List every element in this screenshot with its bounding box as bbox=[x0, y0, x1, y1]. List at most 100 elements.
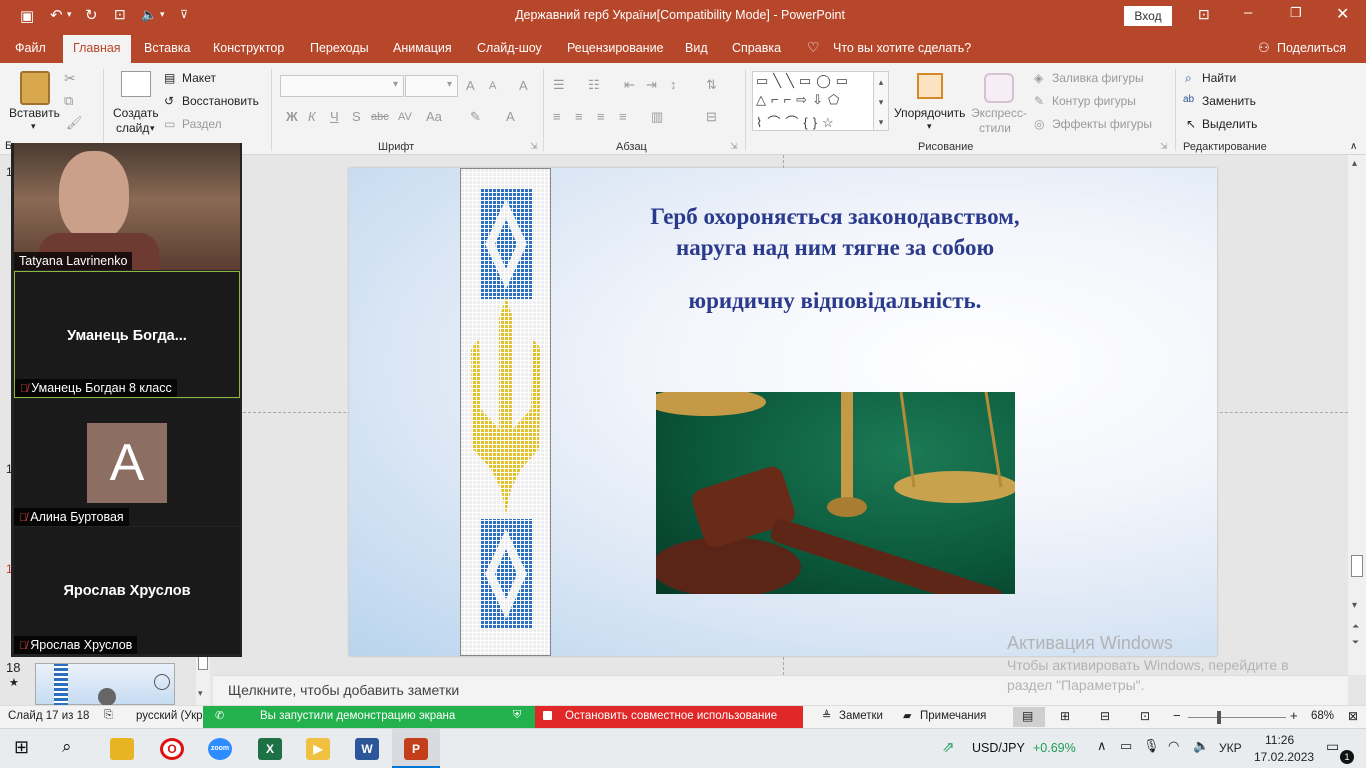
shapes-gallery[interactable]: ▭╲╲▭◯▭ △⌐⌐⇨⇩⬠ ⌇⌒⌒{}☆ bbox=[752, 71, 874, 131]
arrange-button[interactable]: Упорядочить bbox=[894, 106, 965, 120]
quick-styles-icon[interactable] bbox=[984, 73, 1014, 103]
speaker-icon[interactable]: 🔈 bbox=[141, 7, 157, 23]
close-icon[interactable]: ✕ bbox=[1336, 4, 1349, 24]
arrange-dropdown-icon[interactable]: ▾ bbox=[927, 121, 932, 132]
undo-dropdown-icon[interactable]: ▾ bbox=[67, 9, 72, 20]
battery-icon[interactable]: ▭ bbox=[1120, 738, 1132, 754]
layout-button[interactable]: Макет bbox=[182, 71, 216, 85]
zoom-level[interactable]: 68% bbox=[1311, 710, 1334, 722]
highlight-icon[interactable]: ✎ bbox=[470, 109, 481, 125]
participant-tile-3[interactable]: A 🎙̸ Алина Буртовая bbox=[14, 399, 240, 526]
participant-tile-1[interactable]: Tatyana Lavrinenko bbox=[14, 143, 240, 270]
scroll-up-icon[interactable]: ▴ bbox=[1352, 158, 1357, 169]
participant-tile-2[interactable]: Уманець Богда... 🎙̸ Уманець Богдан 8 клас… bbox=[14, 271, 240, 398]
cut-icon[interactable]: ✂ bbox=[64, 70, 76, 87]
comments-toggle[interactable]: Примечания bbox=[920, 710, 986, 722]
bullets-icon[interactable]: ☰ bbox=[553, 77, 565, 93]
tab-view[interactable]: Вид bbox=[685, 41, 708, 55]
slide-title-line-3[interactable]: юридичну відповідальність. bbox=[532, 288, 1138, 314]
shape-effects-button[interactable]: Эффекты фигуры bbox=[1052, 117, 1152, 131]
tab-insert[interactable]: Вставка bbox=[144, 41, 190, 55]
input-language[interactable]: УКР bbox=[1219, 741, 1242, 755]
signin-button[interactable]: Вход bbox=[1124, 6, 1172, 26]
format-painter-icon[interactable]: 🖌 bbox=[66, 115, 83, 131]
columns-icon[interactable]: ▥ bbox=[651, 109, 663, 125]
participant-tile-4[interactable]: Ярослав Хруслов 🎙̸ Ярослав Хруслов bbox=[14, 527, 240, 654]
shape-fill-button[interactable]: Заливка фигуры bbox=[1052, 71, 1144, 85]
reading-view-icon[interactable]: ⊟ bbox=[1100, 709, 1110, 723]
minimize-icon[interactable]: – bbox=[1244, 4, 1252, 21]
slide-canvas[interactable]: Герб охороняється законодавством, наруга… bbox=[349, 168, 1217, 656]
paste-button[interactable]: Вставить bbox=[9, 106, 60, 120]
thumb-scroll-down-icon[interactable]: ▾ bbox=[198, 688, 203, 699]
spellcheck-icon[interactable]: ⎘ bbox=[104, 709, 113, 722]
notification-icon[interactable]: ▭ bbox=[1326, 738, 1339, 755]
align-left-icon[interactable]: ≡ bbox=[553, 109, 561, 124]
font-name-select[interactable]: ▾ bbox=[280, 75, 404, 97]
text-direction-icon[interactable]: ⇅ bbox=[706, 77, 717, 93]
drawing-dialog-launcher-icon[interactable]: ⇲ bbox=[1160, 141, 1168, 152]
find-button[interactable]: Найти bbox=[1202, 71, 1236, 85]
microphone-icon[interactable]: 🎙 bbox=[1143, 738, 1160, 754]
redo-icon[interactable]: ↻ bbox=[85, 6, 98, 24]
grow-font-icon[interactable]: A bbox=[466, 78, 475, 93]
align-right-icon[interactable]: ≡ bbox=[597, 109, 605, 124]
notes-toggle[interactable]: Заметки bbox=[839, 710, 883, 722]
slide-title-line-1[interactable]: Герб охороняється законодавством, bbox=[532, 204, 1138, 230]
ticker-change[interactable]: +0.69% bbox=[1033, 741, 1076, 755]
paragraph-dialog-launcher-icon[interactable]: ⇲ bbox=[730, 141, 738, 152]
tab-design[interactable]: Конструктор bbox=[213, 41, 284, 55]
ticker-symbol[interactable]: USD/JPY bbox=[972, 741, 1025, 755]
gavel-scales-image[interactable] bbox=[656, 392, 1015, 594]
paste-dropdown-icon[interactable]: ▾ bbox=[31, 121, 36, 132]
thumb-scrollbar[interactable]: ▾ bbox=[196, 655, 210, 705]
bold-button[interactable]: Ж bbox=[286, 109, 298, 124]
tab-help[interactable]: Справка bbox=[732, 41, 781, 55]
reset-button[interactable]: Восстановить bbox=[182, 94, 259, 108]
justify-icon[interactable]: ≡ bbox=[619, 109, 627, 124]
clear-format-icon[interactable]: A bbox=[519, 78, 528, 93]
zoom-icon[interactable]: zoom bbox=[208, 738, 232, 760]
collapse-ribbon-icon[interactable]: ∧ bbox=[1350, 141, 1357, 152]
file-explorer-icon[interactable] bbox=[110, 738, 134, 760]
search-icon[interactable]: ⌕ bbox=[62, 737, 72, 757]
language-indicator[interactable]: русский (Укр bbox=[136, 710, 203, 722]
font-size-select[interactable]: ▾ bbox=[405, 75, 458, 97]
clock-date[interactable]: 17.02.2023 bbox=[1254, 750, 1314, 764]
select-button[interactable]: Выделить bbox=[1202, 117, 1257, 131]
change-case-button[interactable]: Aa bbox=[426, 109, 442, 124]
shapes-row-2[interactable]: △⌐⌐⇨⇩⬠ bbox=[756, 92, 844, 108]
shapes-row-1[interactable]: ▭╲╲▭◯▭ bbox=[756, 73, 853, 89]
font-dialog-launcher-icon[interactable]: ⇲ bbox=[530, 141, 538, 152]
customize-toolbar-icon[interactable]: ⊽ bbox=[180, 8, 188, 21]
wifi-icon[interactable]: ◠ bbox=[1168, 738, 1179, 754]
shadow-button[interactable]: S bbox=[352, 109, 361, 124]
new-slide-icon[interactable] bbox=[121, 71, 151, 97]
line-spacing-icon[interactable]: ↕ bbox=[670, 77, 677, 92]
save-icon[interactable]: ▣ bbox=[20, 7, 34, 25]
undo-icon[interactable]: ↶ bbox=[50, 6, 63, 24]
zoom-participants-panel[interactable]: Tatyana Lavrinenko Уманець Богда... 🎙̸ Ум… bbox=[11, 143, 242, 657]
editor-vertical-scrollbar[interactable]: ▴ ▾ ⏶ ⏷ bbox=[1348, 155, 1366, 675]
align-text-icon[interactable]: ⊟ bbox=[706, 109, 717, 125]
zoom-in-icon[interactable]: + bbox=[1290, 708, 1298, 723]
share-button[interactable]: Поделиться bbox=[1277, 41, 1346, 55]
tab-review[interactable]: Рецензирование bbox=[567, 41, 664, 55]
tab-animations[interactable]: Анимация bbox=[393, 41, 452, 55]
previous-slide-icon[interactable]: ⏶ bbox=[1352, 621, 1359, 632]
strikethrough-button[interactable]: abc bbox=[371, 111, 389, 123]
video-player-icon[interactable]: ▶ bbox=[306, 738, 330, 760]
new-slide-dropdown-icon[interactable]: ▾ bbox=[150, 123, 155, 134]
zoom-slider[interactable] bbox=[1188, 717, 1286, 718]
arrange-icon[interactable] bbox=[917, 73, 943, 99]
align-center-icon[interactable]: ≡ bbox=[575, 109, 583, 124]
opera-icon[interactable]: O bbox=[160, 738, 184, 760]
section-button[interactable]: Раздел bbox=[182, 117, 222, 131]
powerpoint-taskbar-button[interactable]: P bbox=[392, 729, 440, 768]
font-color-button[interactable]: A bbox=[506, 109, 515, 124]
ribbon-display-icon[interactable]: ⊡ bbox=[1198, 6, 1210, 23]
normal-view-button[interactable]: ▤ bbox=[1013, 707, 1045, 727]
decrease-indent-icon[interactable]: ⇤ bbox=[624, 77, 635, 93]
slide-title-line-2[interactable]: наруга над ним тягне за собою bbox=[532, 235, 1138, 261]
volume-icon[interactable]: 🔈 bbox=[1193, 738, 1209, 754]
